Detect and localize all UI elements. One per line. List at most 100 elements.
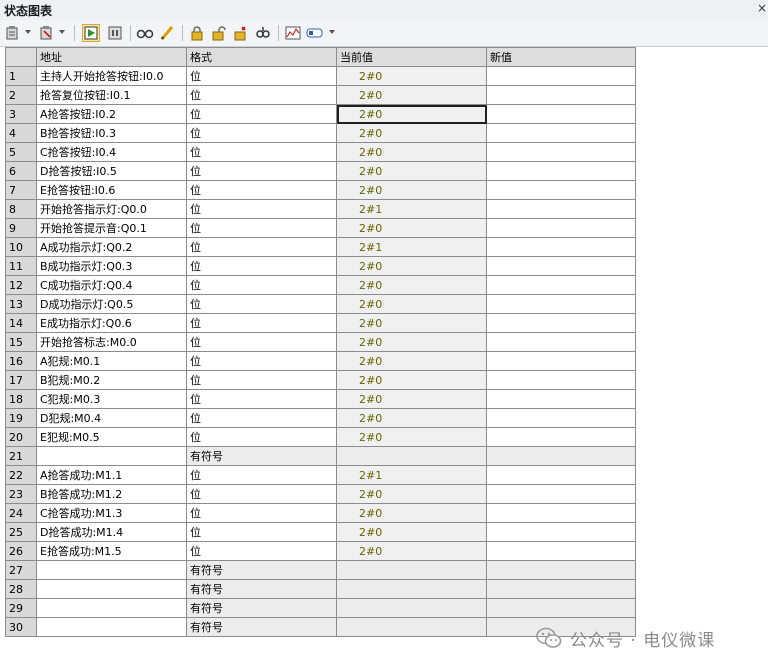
table-row[interactable]: 5 C抢答按钮:I0.4 位 2#0 bbox=[5, 142, 636, 162]
address-cell[interactable]: B犯规:M0.2 bbox=[36, 370, 187, 390]
address-cell[interactable]: D抢答按钮:I0.5 bbox=[36, 161, 187, 181]
table-row[interactable]: 21 有符号 bbox=[5, 446, 636, 466]
new-value-cell[interactable] bbox=[486, 218, 636, 238]
unlock-icon[interactable] bbox=[210, 24, 228, 42]
format-cell[interactable]: 有符号 bbox=[186, 598, 337, 618]
new-value-cell[interactable] bbox=[486, 123, 636, 143]
address-cell[interactable]: 抢答复位按钮:I0.1 bbox=[36, 85, 187, 105]
new-value-cell[interactable] bbox=[486, 313, 636, 333]
table-row[interactable]: 4 B抢答按钮:I0.3 位 2#0 bbox=[5, 123, 636, 143]
table-row[interactable]: 24 C抢答成功:M1.3 位 2#0 bbox=[5, 503, 636, 523]
lock-icon[interactable] bbox=[188, 24, 206, 42]
table-row[interactable]: 22 A抢答成功:M1.1 位 2#1 bbox=[5, 465, 636, 485]
table-row[interactable]: 23 B抢答成功:M1.2 位 2#0 bbox=[5, 484, 636, 504]
format-cell[interactable]: 位 bbox=[186, 484, 337, 504]
new-value-cell[interactable] bbox=[486, 408, 636, 428]
new-value-cell[interactable] bbox=[486, 465, 636, 485]
header-format[interactable]: 格式 bbox=[186, 47, 337, 67]
table-row[interactable]: 20 E犯规:M0.5 位 2#0 bbox=[5, 427, 636, 447]
table-row[interactable]: 11 B成功指示灯:Q0.3 位 2#0 bbox=[5, 256, 636, 276]
format-cell[interactable]: 有符号 bbox=[186, 579, 337, 599]
new-value-cell[interactable] bbox=[486, 256, 636, 276]
table-row[interactable]: 25 D抢答成功:M1.4 位 2#0 bbox=[5, 522, 636, 542]
table-row[interactable]: 6 D抢答按钮:I0.5 位 2#0 bbox=[5, 161, 636, 181]
format-cell[interactable]: 位 bbox=[186, 503, 337, 523]
table-row[interactable]: 16 A犯规:M0.1 位 2#0 bbox=[5, 351, 636, 371]
table-row[interactable]: 1 主持人开始抢答按钮:I0.0 位 2#0 bbox=[5, 66, 636, 86]
format-cell[interactable]: 位 bbox=[186, 427, 337, 447]
table-row[interactable]: 19 D犯规:M0.4 位 2#0 bbox=[5, 408, 636, 428]
address-cell[interactable]: B抢答成功:M1.2 bbox=[36, 484, 187, 504]
table-row[interactable]: 18 C犯规:M0.3 位 2#0 bbox=[5, 389, 636, 409]
address-cell[interactable]: C抢答成功:M1.3 bbox=[36, 503, 187, 523]
close-icon[interactable]: × bbox=[757, 1, 767, 15]
address-cell[interactable]: E犯规:M0.5 bbox=[36, 427, 187, 447]
new-value-cell[interactable] bbox=[486, 275, 636, 295]
new-value-cell[interactable] bbox=[486, 85, 636, 105]
new-value-cell[interactable] bbox=[486, 199, 636, 219]
table-row[interactable]: 12 C成功指示灯:Q0.4 位 2#0 bbox=[5, 275, 636, 295]
format-cell[interactable]: 位 bbox=[186, 66, 337, 86]
new-value-cell[interactable] bbox=[486, 503, 636, 523]
format-cell[interactable]: 位 bbox=[186, 370, 337, 390]
table-row[interactable]: 14 E成功指示灯:Q0.6 位 2#0 bbox=[5, 313, 636, 333]
address-cell[interactable]: C成功指示灯:Q0.4 bbox=[36, 275, 187, 295]
format-cell[interactable]: 位 bbox=[186, 123, 337, 143]
table-row[interactable]: 10 A成功指示灯:Q0.2 位 2#1 bbox=[5, 237, 636, 257]
new-value-cell[interactable] bbox=[486, 142, 636, 162]
format-cell[interactable]: 位 bbox=[186, 389, 337, 409]
new-value-cell[interactable] bbox=[486, 332, 636, 352]
table-row[interactable]: 26 E抢答成功:M1.5 位 2#0 bbox=[5, 541, 636, 561]
new-value-cell[interactable] bbox=[486, 66, 636, 86]
format-cell[interactable]: 位 bbox=[186, 237, 337, 257]
address-cell[interactable] bbox=[36, 579, 187, 599]
address-cell[interactable] bbox=[36, 617, 187, 637]
format-cell[interactable]: 位 bbox=[186, 351, 337, 371]
address-cell[interactable]: D抢答成功:M1.4 bbox=[36, 522, 187, 542]
address-cell[interactable]: 主持人开始抢答按钮:I0.0 bbox=[36, 66, 187, 86]
new-value-cell[interactable] bbox=[486, 446, 636, 466]
new-value-cell[interactable] bbox=[486, 104, 636, 124]
table-row[interactable]: 13 D成功指示灯:Q0.5 位 2#0 bbox=[5, 294, 636, 314]
new-value-cell[interactable] bbox=[486, 541, 636, 561]
pause-icon[interactable] bbox=[106, 24, 124, 42]
address-cell[interactable] bbox=[36, 598, 187, 618]
delete-icon[interactable] bbox=[38, 24, 56, 42]
format-cell[interactable]: 位 bbox=[186, 408, 337, 428]
table-row[interactable]: 28 有符号 bbox=[5, 579, 636, 599]
table-row[interactable]: 17 B犯规:M0.2 位 2#0 bbox=[5, 370, 636, 390]
format-cell[interactable]: 位 bbox=[186, 161, 337, 181]
header-new-value[interactable]: 新值 bbox=[486, 47, 636, 67]
address-cell[interactable]: E成功指示灯:Q0.6 bbox=[36, 313, 187, 333]
address-cell[interactable]: A成功指示灯:Q0.2 bbox=[36, 237, 187, 257]
address-cell[interactable]: B抢答按钮:I0.3 bbox=[36, 123, 187, 143]
format-cell[interactable]: 位 bbox=[186, 313, 337, 333]
format-cell[interactable]: 位 bbox=[186, 294, 337, 314]
glasses-icon[interactable] bbox=[136, 24, 154, 42]
new-value-cell[interactable] bbox=[486, 484, 636, 504]
header-address[interactable]: 地址 bbox=[36, 47, 187, 67]
format-cell[interactable]: 位 bbox=[186, 180, 337, 200]
table-row[interactable]: 8 开始抢答指示灯:Q0.0 位 2#1 bbox=[5, 199, 636, 219]
table-row[interactable]: 15 开始抢答标志:M0.0 位 2#0 bbox=[5, 332, 636, 352]
table-row[interactable]: 27 有符号 bbox=[5, 560, 636, 580]
chevron-down-icon[interactable] bbox=[59, 30, 65, 34]
new-value-cell[interactable] bbox=[486, 560, 636, 580]
format-cell[interactable]: 有符号 bbox=[186, 560, 337, 580]
format-cell[interactable]: 位 bbox=[186, 332, 337, 352]
format-cell[interactable]: 位 bbox=[186, 256, 337, 276]
address-cell[interactable]: A抢答按钮:I0.2 bbox=[36, 104, 187, 124]
new-value-cell[interactable] bbox=[486, 522, 636, 542]
new-value-cell[interactable] bbox=[486, 598, 636, 618]
table-row[interactable]: 3 A抢答按钮:I0.2 位 2#0 bbox=[5, 104, 636, 124]
format-cell[interactable]: 位 bbox=[186, 142, 337, 162]
address-cell[interactable]: D成功指示灯:Q0.5 bbox=[36, 294, 187, 314]
tag-icon[interactable] bbox=[306, 24, 324, 42]
new-value-cell[interactable] bbox=[486, 161, 636, 181]
format-cell[interactable]: 位 bbox=[186, 541, 337, 561]
address-cell[interactable]: E抢答按钮:I0.6 bbox=[36, 180, 187, 200]
trend-start-icon[interactable] bbox=[82, 24, 100, 42]
new-value-cell[interactable] bbox=[486, 389, 636, 409]
insert-icon[interactable] bbox=[4, 24, 22, 42]
read-forced-icon[interactable] bbox=[254, 24, 272, 42]
